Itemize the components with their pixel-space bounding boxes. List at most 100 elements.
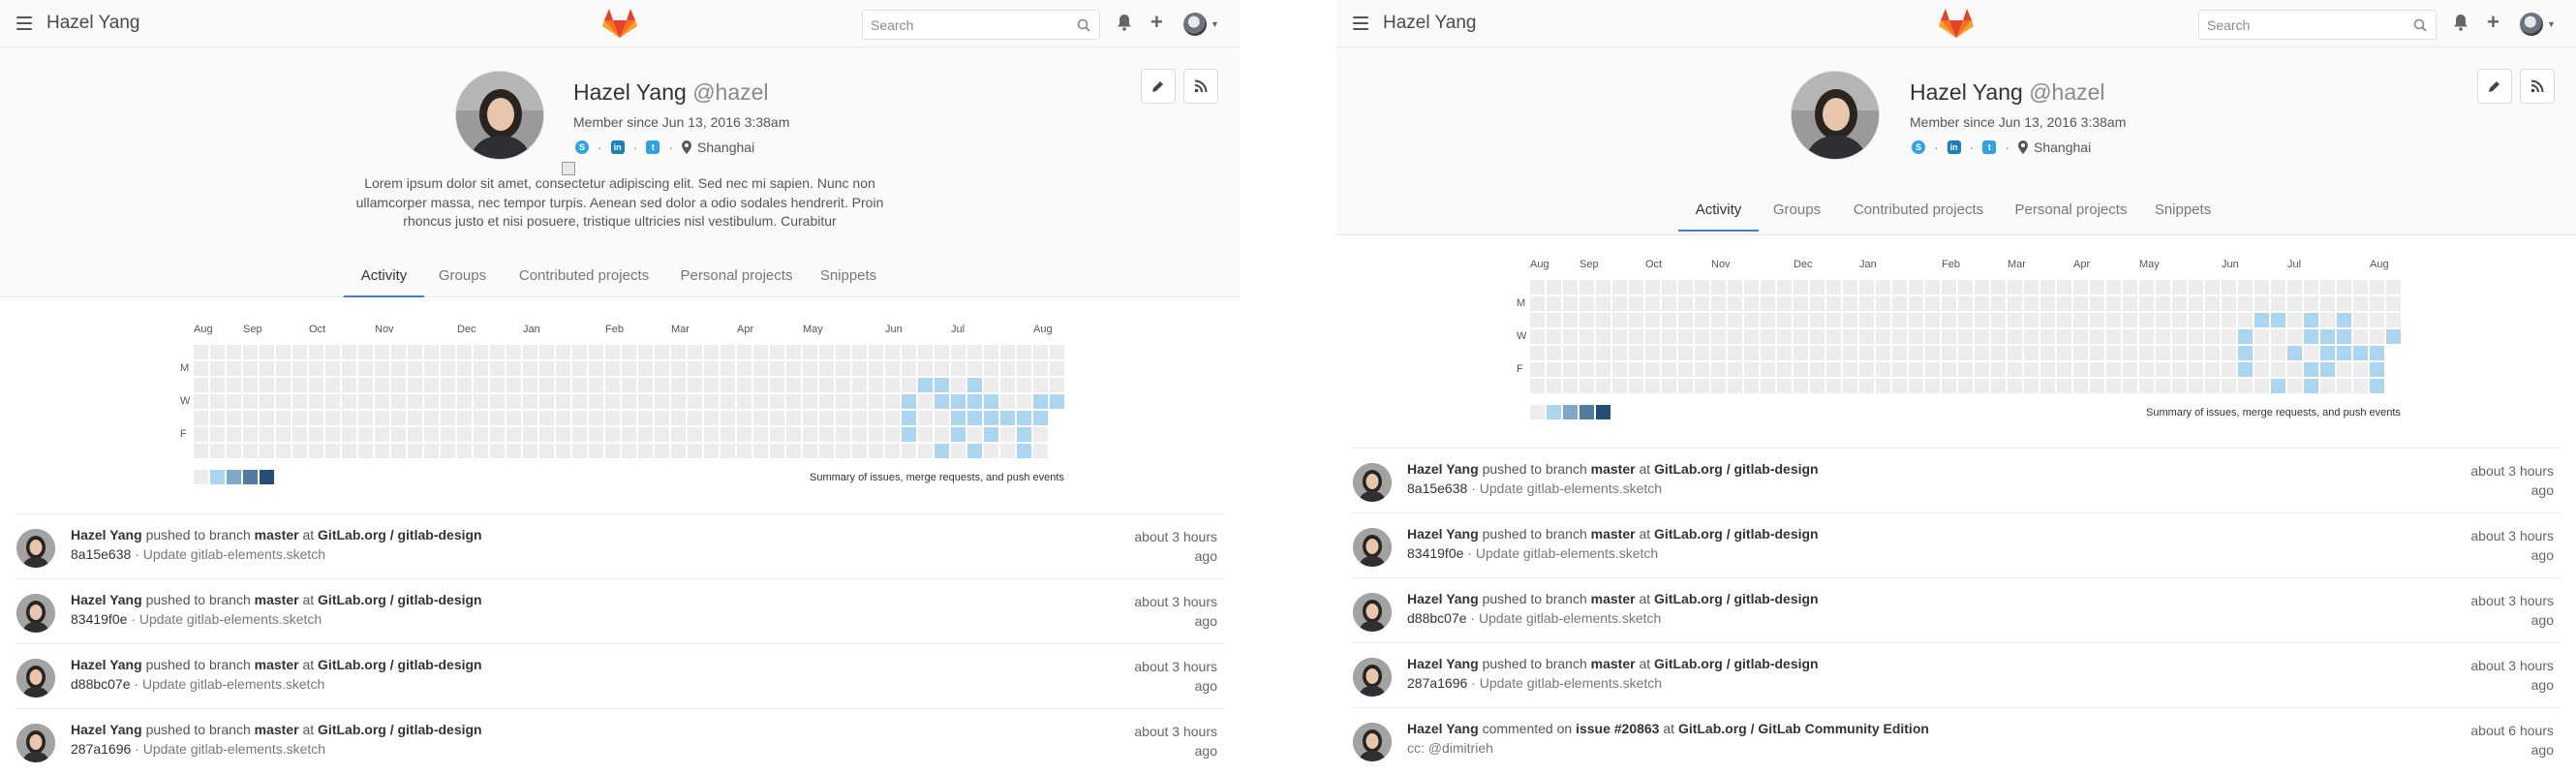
contribution-day[interactable]	[391, 427, 406, 442]
search-icon[interactable]	[1077, 18, 1090, 32]
contribution-day[interactable]	[655, 361, 669, 376]
contribution-day[interactable]	[2073, 329, 2088, 344]
contribution-day[interactable]	[1596, 280, 1610, 294]
contribution-day[interactable]	[260, 411, 274, 425]
contribution-day[interactable]	[770, 427, 784, 442]
contribution-day[interactable]	[2156, 346, 2170, 360]
contribution-day[interactable]	[655, 345, 669, 359]
contribution-day[interactable]	[1629, 329, 1643, 344]
event-author[interactable]: Hazel Yang	[71, 657, 142, 672]
contribution-day[interactable]	[260, 361, 274, 376]
contribution-day[interactable]	[1942, 313, 1956, 327]
tab-contributed-projects[interactable]: Contributed projects	[511, 255, 657, 297]
contribution-day[interactable]	[918, 378, 933, 392]
contribution-day[interactable]	[1033, 378, 1048, 392]
contribution-day[interactable]	[490, 345, 505, 359]
contribution-day[interactable]	[1859, 280, 1874, 294]
contribution-day[interactable]	[1050, 361, 1064, 376]
contribution-day[interactable]	[227, 378, 241, 392]
contribution-day[interactable]	[539, 378, 554, 392]
contribution-day[interactable]	[2222, 379, 2236, 393]
contribution-day[interactable]	[2271, 346, 2285, 360]
contribution-day[interactable]	[1711, 313, 1726, 327]
tab-snippets[interactable]: Snippets	[2149, 189, 2217, 232]
contribution-day[interactable]	[1810, 362, 1825, 377]
contribution-day[interactable]	[391, 444, 406, 458]
contribution-day[interactable]	[1925, 313, 1940, 327]
skype-icon[interactable]: S	[1912, 140, 1925, 154]
contribution-day[interactable]	[1843, 379, 1857, 393]
contribution-day[interactable]	[2189, 379, 2203, 393]
contribution-day[interactable]	[2337, 313, 2351, 327]
contribution-day[interactable]	[1958, 379, 1973, 393]
contribution-day[interactable]	[2106, 329, 2121, 344]
contribution-day[interactable]	[523, 394, 537, 409]
contribution-day[interactable]	[1843, 329, 1857, 344]
contribution-day[interactable]	[243, 378, 258, 392]
contribution-day[interactable]	[770, 444, 784, 458]
hamburger-icon[interactable]	[1353, 16, 1368, 30]
contribution-day[interactable]	[655, 427, 669, 442]
contribution-day[interactable]	[1909, 296, 1923, 311]
contribution-day[interactable]	[1678, 362, 1693, 377]
contribution-day[interactable]	[704, 394, 719, 409]
contribution-day[interactable]	[852, 378, 867, 392]
contribution-day[interactable]	[2222, 280, 2236, 294]
contribution-day[interactable]	[506, 378, 521, 392]
contribution-day[interactable]	[342, 427, 356, 442]
contribution-day[interactable]	[688, 427, 702, 442]
contribution-day[interactable]	[2057, 296, 2071, 311]
contribution-day[interactable]	[2172, 329, 2187, 344]
contribution-day[interactable]	[2222, 362, 2236, 377]
contribution-day[interactable]	[424, 361, 439, 376]
event-target[interactable]: issue #20863	[1576, 721, 1659, 736]
gitlab-logo[interactable]	[1939, 8, 1974, 39]
contribution-day[interactable]	[1942, 296, 1956, 311]
contribution-day[interactable]	[1892, 362, 1907, 377]
contribution-day[interactable]	[935, 444, 949, 458]
contribution-day[interactable]	[1579, 313, 1594, 327]
contribution-day[interactable]	[803, 361, 817, 376]
contribution-day[interactable]	[292, 444, 307, 458]
contribution-day[interactable]	[1826, 362, 1841, 377]
contribution-day[interactable]	[1645, 379, 1660, 393]
contribution-day[interactable]	[671, 394, 686, 409]
contribution-day[interactable]	[342, 378, 356, 392]
event-project[interactable]: GitLab.org / GitLab Community Edition	[1678, 721, 1929, 736]
contribution-day[interactable]	[902, 411, 916, 425]
contribution-day[interactable]	[194, 411, 208, 425]
contribution-day[interactable]	[1596, 313, 1610, 327]
contribution-day[interactable]	[1843, 362, 1857, 377]
contribution-day[interactable]	[1826, 313, 1841, 327]
contribution-day[interactable]	[2008, 296, 2022, 311]
contribution-day[interactable]	[1678, 379, 1693, 393]
contribution-day[interactable]	[655, 394, 669, 409]
contribution-day[interactable]	[1876, 379, 1890, 393]
contribution-day[interactable]	[1612, 362, 1627, 377]
contribution-day[interactable]	[1991, 296, 2006, 311]
contribution-day[interactable]	[1876, 329, 1890, 344]
contribution-day[interactable]	[1547, 346, 1561, 360]
contribution-day[interactable]	[737, 427, 751, 442]
contribution-day[interactable]	[391, 345, 406, 359]
contribution-day[interactable]	[869, 361, 883, 376]
contribution-day[interactable]	[424, 444, 439, 458]
contribution-day[interactable]	[935, 361, 949, 376]
contribution-day[interactable]	[424, 345, 439, 359]
contribution-day[interactable]	[1942, 379, 1956, 393]
contribution-day[interactable]	[2057, 280, 2071, 294]
contribution-day[interactable]	[1909, 379, 1923, 393]
contribution-day[interactable]	[2271, 280, 2285, 294]
contribution-day[interactable]	[1530, 362, 1545, 377]
contribution-day[interactable]	[2123, 346, 2137, 360]
contribution-day[interactable]	[1810, 329, 1825, 344]
contribution-day[interactable]	[1777, 346, 1792, 360]
contribution-day[interactable]	[1810, 346, 1825, 360]
contribution-day[interactable]	[589, 444, 603, 458]
contribution-day[interactable]	[441, 444, 455, 458]
contribution-day[interactable]	[1859, 296, 1874, 311]
contribution-day[interactable]	[1017, 444, 1031, 458]
contribution-day[interactable]	[2156, 379, 2170, 393]
contribution-day[interactable]	[1596, 296, 1610, 311]
contribution-day[interactable]	[2271, 362, 2285, 377]
